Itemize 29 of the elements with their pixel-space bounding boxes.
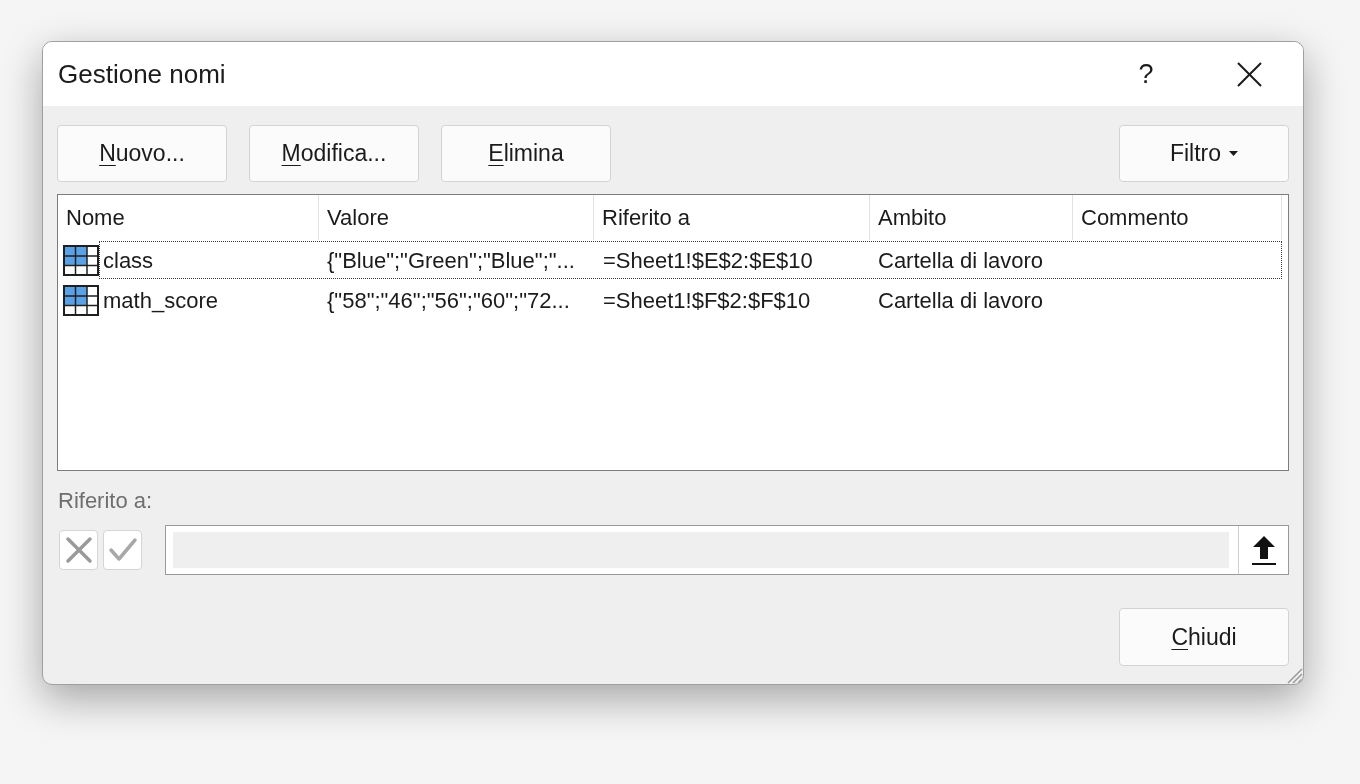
- help-button[interactable]: ?: [1126, 54, 1166, 94]
- column-header[interactable]: Ambito: [870, 195, 1073, 240]
- close-icon: [1236, 61, 1262, 87]
- value-text: {"58";"46";"56";"60";"72...: [327, 287, 570, 313]
- column-header[interactable]: Riferito a: [594, 195, 870, 240]
- table-icon: [63, 284, 99, 316]
- filter-dropdown-button[interactable]: Filtro: [1119, 125, 1289, 182]
- cancel-icon: [63, 535, 94, 565]
- reference-text: =Sheet1!$E$2:$E$10: [603, 247, 813, 273]
- name-text: math_score: [103, 287, 218, 313]
- scope-text: Cartella di lavoro: [878, 247, 1044, 273]
- table-icon: [63, 244, 99, 276]
- reference-text: =Sheet1!$F$2:$F$10: [603, 287, 811, 313]
- toolbar-button[interactable]: Modifica...: [249, 125, 419, 182]
- value-text: {"Blue";"Green";"Blue";"...: [327, 247, 575, 273]
- column-header[interactable]: Valore: [319, 195, 594, 240]
- caret-icon: [1229, 151, 1239, 156]
- list-row[interactable]: class {"Blue";"Green";"Blue";"... =Sheet1!$E$2:$E$10 Cartella di lavoro: [99, 241, 1282, 279]
- window-title: Gestione nomi: [58, 57, 226, 91]
- name-text: class: [103, 247, 154, 273]
- close-dialog-button[interactable]: Chiudi: [1119, 608, 1289, 666]
- scope-text: Cartella di lavoro: [878, 287, 1044, 313]
- toolbar-button[interactable]: Nuovo...: [57, 125, 227, 182]
- arrow-up-icon: [1250, 534, 1277, 566]
- check-icon: [107, 537, 138, 563]
- toolbar-button[interactable]: Elimina: [441, 125, 611, 182]
- field-label: Riferito a:: [58, 486, 153, 515]
- column-header[interactable]: Nome: [58, 195, 319, 240]
- column-header[interactable]: Commento: [1073, 195, 1282, 240]
